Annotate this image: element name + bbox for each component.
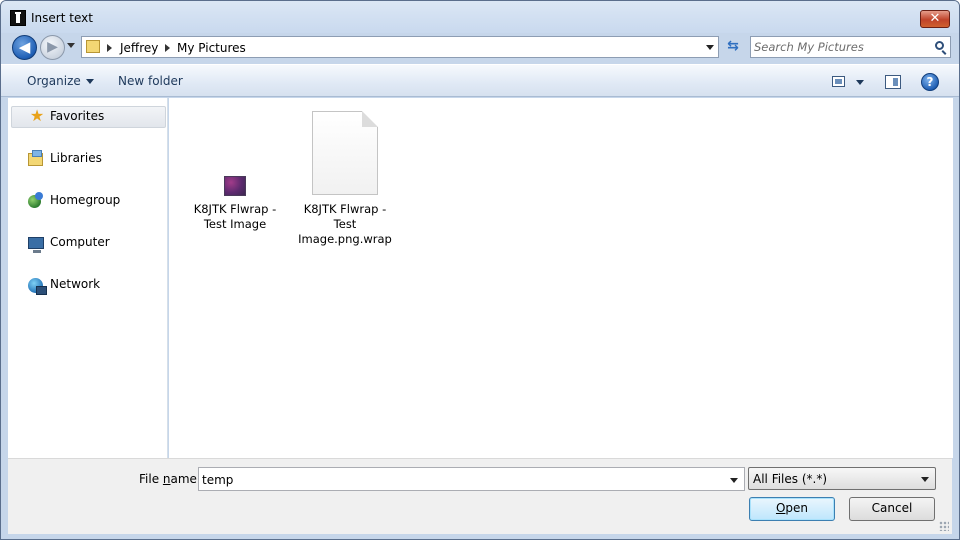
- close-icon: ✕: [929, 11, 941, 26]
- sidebar-item-favorites[interactable]: ★ Favorites: [11, 106, 166, 128]
- file-name-line: Test: [333, 217, 357, 231]
- search-box[interactable]: [750, 36, 951, 58]
- resize-grip-icon[interactable]: [939, 521, 949, 531]
- back-button[interactable]: ◀: [12, 35, 37, 60]
- preview-pane-icon[interactable]: [885, 75, 901, 89]
- folder-icon: [86, 40, 100, 53]
- view-options-chevron-icon[interactable]: [856, 80, 864, 85]
- file-name-line: K8JTK Flwrap -: [193, 202, 277, 216]
- command-toolbar: Organize New folder ?: [1, 64, 959, 97]
- sidebar-item-label: Homegroup: [50, 193, 121, 207]
- new-folder-button[interactable]: New folder: [118, 74, 183, 88]
- forward-button[interactable]: ▶: [40, 35, 65, 60]
- sidebar-item-label: Network: [50, 277, 101, 291]
- recent-locations-dropdown-icon[interactable]: [67, 43, 75, 48]
- breadcrumb-chevron-icon[interactable]: [107, 44, 112, 52]
- open-button[interactable]: Open: [749, 497, 835, 521]
- refresh-icon: ⇆: [727, 38, 739, 54]
- document-icon: [312, 111, 378, 195]
- change-view-icon[interactable]: [832, 76, 845, 87]
- chevron-down-icon[interactable]: [730, 478, 738, 483]
- organize-label: Organize: [27, 74, 81, 88]
- sidebar-item-label: Favorites: [50, 109, 105, 123]
- sidebar-item-libraries[interactable]: Libraries: [8, 148, 166, 170]
- close-button[interactable]: ✕: [920, 10, 950, 28]
- search-icon[interactable]: [935, 41, 944, 50]
- star-icon: ★: [29, 106, 45, 125]
- insert-text-dialog: Insert text ✕ ◀ ▶ Jeffrey My Pictures ⇆: [0, 0, 960, 540]
- new-folder-label: New folder: [118, 74, 183, 88]
- window-title: Insert text: [31, 11, 93, 25]
- sidebar-item-computer[interactable]: Computer: [8, 232, 166, 254]
- refresh-button[interactable]: ⇆: [721, 36, 745, 58]
- file-name-label: File name:: [139, 472, 201, 486]
- file-name-panel: File name: All Files (*.*) Open Cancel: [8, 458, 952, 534]
- homegroup-icon: [28, 192, 43, 208]
- breadcrumb-my-pictures[interactable]: My Pictures: [177, 41, 246, 55]
- file-name-label-part: ame:: [170, 472, 201, 486]
- file-name-line: Test Image: [203, 217, 267, 231]
- file-name-line: K8JTK Flwrap -: [303, 202, 387, 216]
- chevron-down-icon: [921, 477, 929, 482]
- image-thumbnail-icon: [224, 176, 246, 196]
- address-bar[interactable]: Jeffrey My Pictures: [81, 36, 719, 58]
- navigation-pane: ★ Favorites Libraries Homegroup Computer…: [8, 98, 168, 458]
- forward-arrow-icon: ▶: [47, 39, 58, 55]
- file-name-label-accesskey: n: [162, 472, 171, 486]
- breadcrumb-chevron-icon[interactable]: [165, 44, 170, 52]
- file-type-value: All Files (*.*): [753, 472, 828, 486]
- file-list[interactable]: K8JTK Flwrap - Test Image K8JTK Flwrap -…: [169, 98, 953, 458]
- back-arrow-icon: ◀: [18, 38, 31, 56]
- breadcrumb-jeffrey[interactable]: Jeffrey: [120, 41, 158, 55]
- sidebar-item-label: Computer: [50, 235, 110, 249]
- open-accesskey: O: [775, 501, 786, 515]
- sidebar-item-network[interactable]: Network: [8, 274, 166, 296]
- cancel-label: Cancel: [871, 501, 913, 515]
- libraries-icon: [28, 150, 43, 166]
- computer-icon: [28, 237, 44, 253]
- search-input[interactable]: [754, 39, 924, 55]
- file-name-label-part: File: [139, 472, 163, 486]
- file-item-test-image-wrap[interactable]: K8JTK Flwrap - Test Image.png.wrap: [294, 111, 396, 251]
- open-label: pen: [785, 501, 809, 515]
- organize-button[interactable]: Organize: [27, 74, 94, 88]
- file-name-input[interactable]: [202, 472, 712, 487]
- document-fold: [362, 111, 378, 127]
- sidebar-item-label: Libraries: [50, 151, 102, 165]
- file-item-test-image[interactable]: K8JTK Flwrap - Test Image: [189, 176, 281, 236]
- file-type-select[interactable]: All Files (*.*): [748, 467, 936, 490]
- file-name-line: Image.png.wrap: [298, 232, 392, 246]
- help-icon[interactable]: ?: [921, 73, 939, 91]
- help-glyph: ?: [926, 75, 934, 89]
- cancel-button[interactable]: Cancel: [849, 497, 935, 521]
- network-icon: [28, 278, 47, 295]
- sidebar-item-homegroup[interactable]: Homegroup: [8, 190, 166, 212]
- address-dropdown-icon[interactable]: [706, 45, 714, 50]
- file-name-combobox[interactable]: [198, 467, 745, 491]
- chevron-down-icon: [85, 79, 94, 84]
- app-icon: [10, 10, 26, 26]
- navigation-bar: ◀ ▶ Jeffrey My Pictures ⇆: [1, 33, 959, 61]
- title-bar[interactable]: Insert text ✕: [1, 1, 959, 33]
